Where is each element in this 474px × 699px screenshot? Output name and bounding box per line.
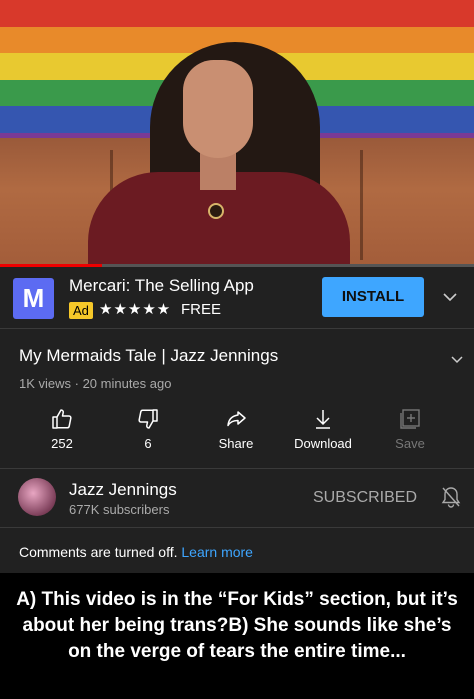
- save-label: Save: [395, 436, 425, 451]
- thumbs-up-icon: [22, 404, 102, 434]
- share-label: Share: [218, 436, 254, 451]
- meme-caption: A) This video is in the “For Kids” secti…: [16, 589, 458, 662]
- video-player[interactable]: [0, 0, 474, 266]
- share-button[interactable]: Share: [196, 404, 276, 451]
- ad-title[interactable]: Mercari: The Selling App: [69, 276, 254, 296]
- ad-expand-chevron-icon[interactable]: [443, 289, 457, 305]
- video-meta: 1K views · 20 minutes ago: [19, 376, 172, 391]
- install-button[interactable]: INSTALL: [322, 277, 424, 317]
- like-count: 252: [51, 436, 73, 451]
- channel-avatar[interactable]: [18, 478, 56, 516]
- like-button[interactable]: 252: [22, 404, 102, 451]
- ad-price: FREE: [181, 301, 222, 318]
- divider: [0, 468, 474, 469]
- share-icon: [196, 404, 276, 434]
- ad-banner[interactable]: M Mercari: The Selling App Ad ★★★★★ FREE…: [0, 267, 474, 327]
- download-icon: [283, 404, 363, 434]
- ad-badge: Ad: [69, 302, 93, 319]
- channel-name[interactable]: Jazz Jennings: [69, 480, 177, 500]
- video-title[interactable]: My Mermaids Tale | Jazz Jennings: [19, 346, 278, 366]
- comments-notice: Comments are turned off. Learn more: [19, 544, 253, 560]
- ad-rating-stars: ★★★★★: [99, 301, 172, 318]
- download-label: Download: [294, 436, 352, 451]
- save-button[interactable]: Save: [370, 404, 450, 451]
- dislike-button[interactable]: 6: [108, 404, 188, 451]
- notification-off-bell-icon[interactable]: [440, 485, 462, 514]
- subscriber-count: 677K subscribers: [69, 502, 170, 517]
- dislike-count: 6: [144, 436, 152, 451]
- mercari-logo: M: [13, 278, 54, 319]
- download-button[interactable]: Download: [283, 404, 363, 451]
- comments-off-text: Comments are turned off.: [19, 544, 178, 560]
- learn-more-link[interactable]: Learn more: [181, 544, 253, 560]
- description-expand-chevron-icon[interactable]: [451, 351, 463, 367]
- thumbs-down-icon: [108, 404, 188, 434]
- save-icon: [370, 404, 450, 434]
- meme-caption-area: A) This video is in the “For Kids” secti…: [0, 573, 474, 699]
- divider: [0, 527, 474, 528]
- divider: [0, 328, 474, 329]
- subscribed-button[interactable]: SUBSCRIBED: [313, 489, 417, 507]
